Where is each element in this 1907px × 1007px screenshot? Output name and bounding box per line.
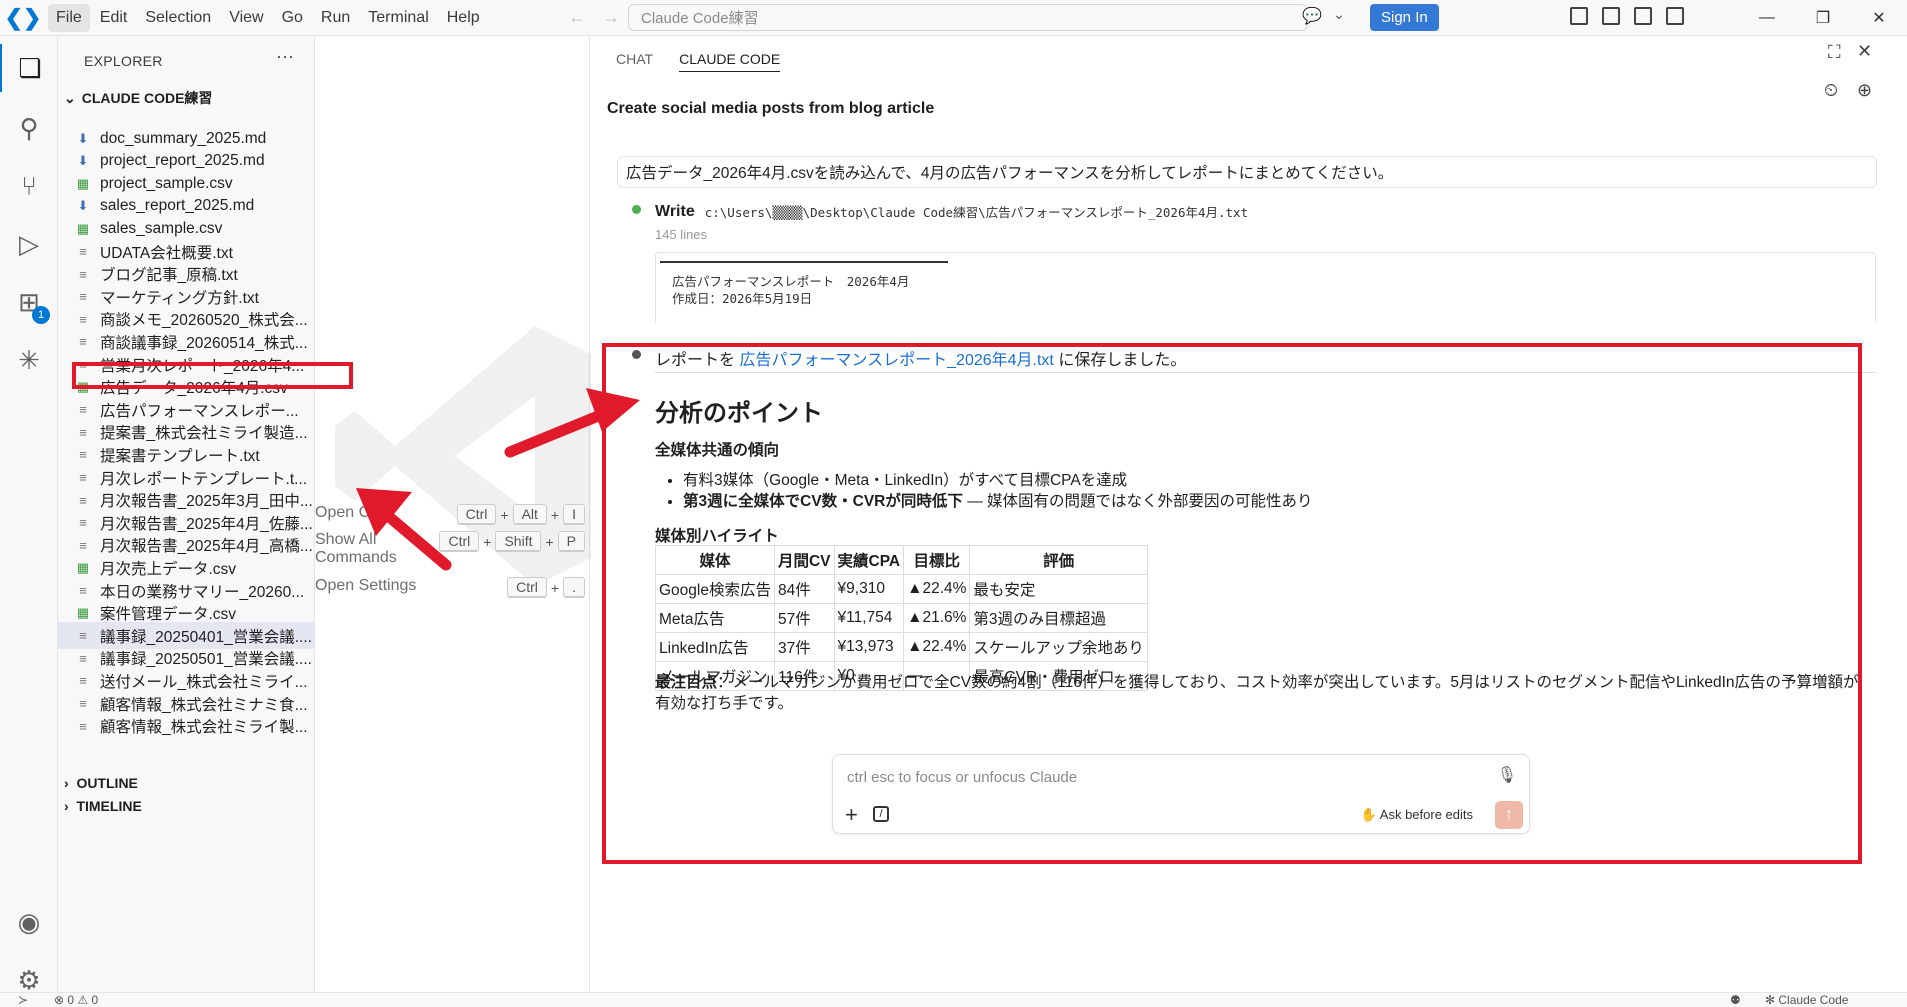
arrow-line [504,406,614,458]
remote-icon[interactable]: ≻ [18,993,28,1007]
problems-indicator[interactable]: ⊗ 0 ⚠ 0 [54,993,98,1007]
copilot-icon[interactable]: ⚉ [1730,993,1741,1007]
arrow-head [586,388,640,432]
claude-code-status[interactable]: ✻ Claude Code [1765,993,1848,1007]
annotation-arrows [356,388,640,571]
status-bar: ≻ ⊗ 0 ⚠ 0 ⚉ ✻ Claude Code [0,992,1907,1007]
